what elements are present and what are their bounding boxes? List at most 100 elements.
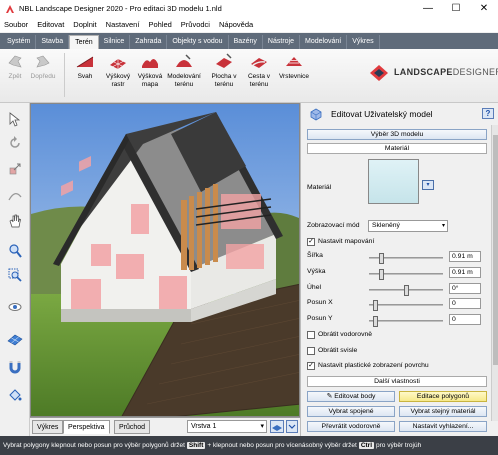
- slope-label-1: Svah: [77, 73, 93, 80]
- redo-icon: [36, 55, 50, 68]
- edit-points-button[interactable]: ✎ Editovat body: [307, 391, 395, 402]
- eye-tool[interactable]: [5, 297, 25, 317]
- undo-icon: [8, 55, 22, 68]
- ribbon-terrain-area-button[interactable]: Plocha v terénu: [207, 51, 241, 88]
- more-properties-header[interactable]: Další vlastnosti: [307, 376, 487, 387]
- menu-view[interactable]: Pohled: [148, 20, 171, 29]
- ribbon-contours-button[interactable]: Vrstevnice: [276, 51, 312, 81]
- menu-file[interactable]: Soubor: [4, 20, 28, 29]
- grid-tool[interactable]: [5, 329, 25, 349]
- set-smoothing-button[interactable]: Nastavit vyhlazení...: [399, 421, 487, 432]
- offset-y-slider-thumb[interactable]: [373, 316, 378, 327]
- undo-button[interactable]: Zpět: [4, 51, 26, 81]
- material-swatch[interactable]: [368, 159, 419, 204]
- set-mapping-checkbox[interactable]: ✓: [307, 238, 315, 246]
- height-input[interactable]: 0.91 m: [449, 267, 481, 278]
- offset-x-label: Posun X: [307, 299, 333, 306]
- material-section-header: Materiál: [307, 143, 487, 154]
- select-tool[interactable]: [5, 109, 25, 129]
- menu-help[interactable]: Nápověda: [219, 20, 253, 29]
- height-slider[interactable]: [369, 269, 443, 280]
- help-button[interactable]: ?: [482, 108, 494, 119]
- rotate-tool[interactable]: [5, 133, 25, 153]
- menu-wizards[interactable]: Průvodci: [181, 20, 210, 29]
- plastic-surface-checkbox[interactable]: ✓: [307, 362, 315, 370]
- view-tab-plan[interactable]: Výkres: [32, 420, 64, 434]
- tab-modeling[interactable]: Modelování: [300, 35, 348, 49]
- ribbon-height-map-button[interactable]: Výšková mapa: [135, 51, 165, 88]
- tab-terrain[interactable]: Terén: [69, 35, 99, 49]
- 3d-viewport[interactable]: [30, 103, 300, 417]
- flip-horizontal-button[interactable]: Převrátit vodorovně: [307, 421, 395, 432]
- rotate-icon: [10, 136, 20, 148]
- house-scene-image: [31, 104, 299, 416]
- angle-input[interactable]: 0°: [449, 283, 481, 294]
- menu-edit[interactable]: Editovat: [37, 20, 64, 29]
- layers-icon[interactable]: [270, 420, 284, 433]
- maximize-button[interactable]: ☐: [442, 0, 470, 17]
- flip-horizontal-checkbox[interactable]: [307, 331, 315, 339]
- angle-slider[interactable]: [369, 285, 443, 296]
- width-slider-thumb[interactable]: [379, 253, 384, 264]
- pan-tool[interactable]: [5, 211, 25, 231]
- view-dropdown-icon[interactable]: [286, 420, 298, 433]
- panel-scrollbar[interactable]: [491, 125, 498, 421]
- view-tab-perspective[interactable]: Perspektiva: [63, 420, 110, 434]
- tab-tools[interactable]: Nástroje: [263, 35, 300, 49]
- height-slider-thumb[interactable]: [379, 269, 384, 280]
- minimize-button[interactable]: —: [414, 0, 442, 17]
- edit-polygons-button[interactable]: Editace polygonů: [399, 391, 487, 402]
- eye-icon: [8, 303, 22, 311]
- select-same-material-button[interactable]: Vybrat stejný materiál: [399, 406, 487, 417]
- offset-y-input[interactable]: 0: [449, 314, 481, 325]
- material-dropdown-button[interactable]: ▾: [422, 180, 434, 190]
- tab-building[interactable]: Stavba: [36, 35, 70, 49]
- zoom-window-tool[interactable]: [5, 265, 25, 285]
- scale-tool[interactable]: [5, 159, 25, 179]
- width-input[interactable]: 0.91 m: [449, 251, 481, 262]
- scrollbar-thumb[interactable]: [493, 135, 498, 365]
- title-bar: NBL Landscape Designer 2020 - Pro editac…: [0, 0, 498, 17]
- redo-button[interactable]: Dopředu: [28, 51, 58, 81]
- view-tab-walkthrough[interactable]: Průchod: [114, 420, 151, 434]
- offset-x-slider-thumb[interactable]: [373, 300, 378, 311]
- select-connected-button[interactable]: Vybrat spojené: [307, 406, 395, 417]
- ribbon-terrain-path-button[interactable]: Cesta v terénu: [244, 51, 274, 88]
- shift-key-badge: Shift: [186, 442, 206, 449]
- cursor-arrow-icon: [9, 112, 21, 127]
- width-slider[interactable]: [369, 253, 443, 264]
- display-mode-label: Zobrazovací mód: [307, 222, 360, 229]
- contours-icon: [286, 57, 302, 66]
- tab-garden[interactable]: Zahrada: [130, 35, 168, 49]
- 3d-model-icon: [310, 108, 322, 121]
- height-map-label-2: mapa: [141, 80, 159, 88]
- select-3d-model-button[interactable]: Výběr 3D modelu: [307, 129, 487, 140]
- menu-settings[interactable]: Nastavení: [106, 20, 140, 29]
- menu-insert[interactable]: Doplnit: [73, 20, 96, 29]
- brand-text-1: LANDSCAPE: [394, 67, 453, 77]
- offset-x-slider[interactable]: [369, 300, 443, 311]
- angle-slider-thumb[interactable]: [404, 285, 409, 296]
- tab-roads[interactable]: Silnice: [99, 35, 131, 49]
- close-button[interactable]: ✕: [470, 0, 498, 17]
- offset-y-slider[interactable]: [369, 316, 443, 327]
- offset-x-input[interactable]: 0: [449, 298, 481, 309]
- flip-vertical-checkbox[interactable]: [307, 347, 315, 355]
- tab-drawing[interactable]: Výkres: [347, 35, 380, 49]
- status-hint-4: + klepnout nebo posun: [207, 442, 274, 449]
- ribbon-height-grid-button[interactable]: Výškový rastr: [102, 51, 134, 88]
- layer-select[interactable]: Vrstva 1 ▾: [187, 420, 267, 433]
- magnet-tool[interactable]: [5, 357, 25, 377]
- tab-pools[interactable]: Bazény: [229, 35, 263, 49]
- move-tool[interactable]: [5, 185, 25, 205]
- display-mode-select[interactable]: Skleněný ▾: [368, 220, 448, 232]
- tab-system[interactable]: Systém: [2, 35, 37, 49]
- ribbon-slope-button[interactable]: Svah: [72, 51, 98, 81]
- zoom-in-tool[interactable]: [5, 241, 25, 261]
- tab-water-objects[interactable]: Objekty s vodou: [167, 35, 229, 49]
- view-bar: Výkres Perspektiva Průchod Vrstva 1 ▾: [30, 417, 300, 436]
- ribbon-terrain-modeling-button[interactable]: Modelování terénu: [165, 51, 203, 88]
- paint-tool[interactable]: [5, 385, 25, 405]
- menu-bar: Soubor Editovat Doplnit Nastavení Pohled…: [0, 17, 498, 32]
- terrain-area-label-1: Plocha v: [211, 73, 237, 80]
